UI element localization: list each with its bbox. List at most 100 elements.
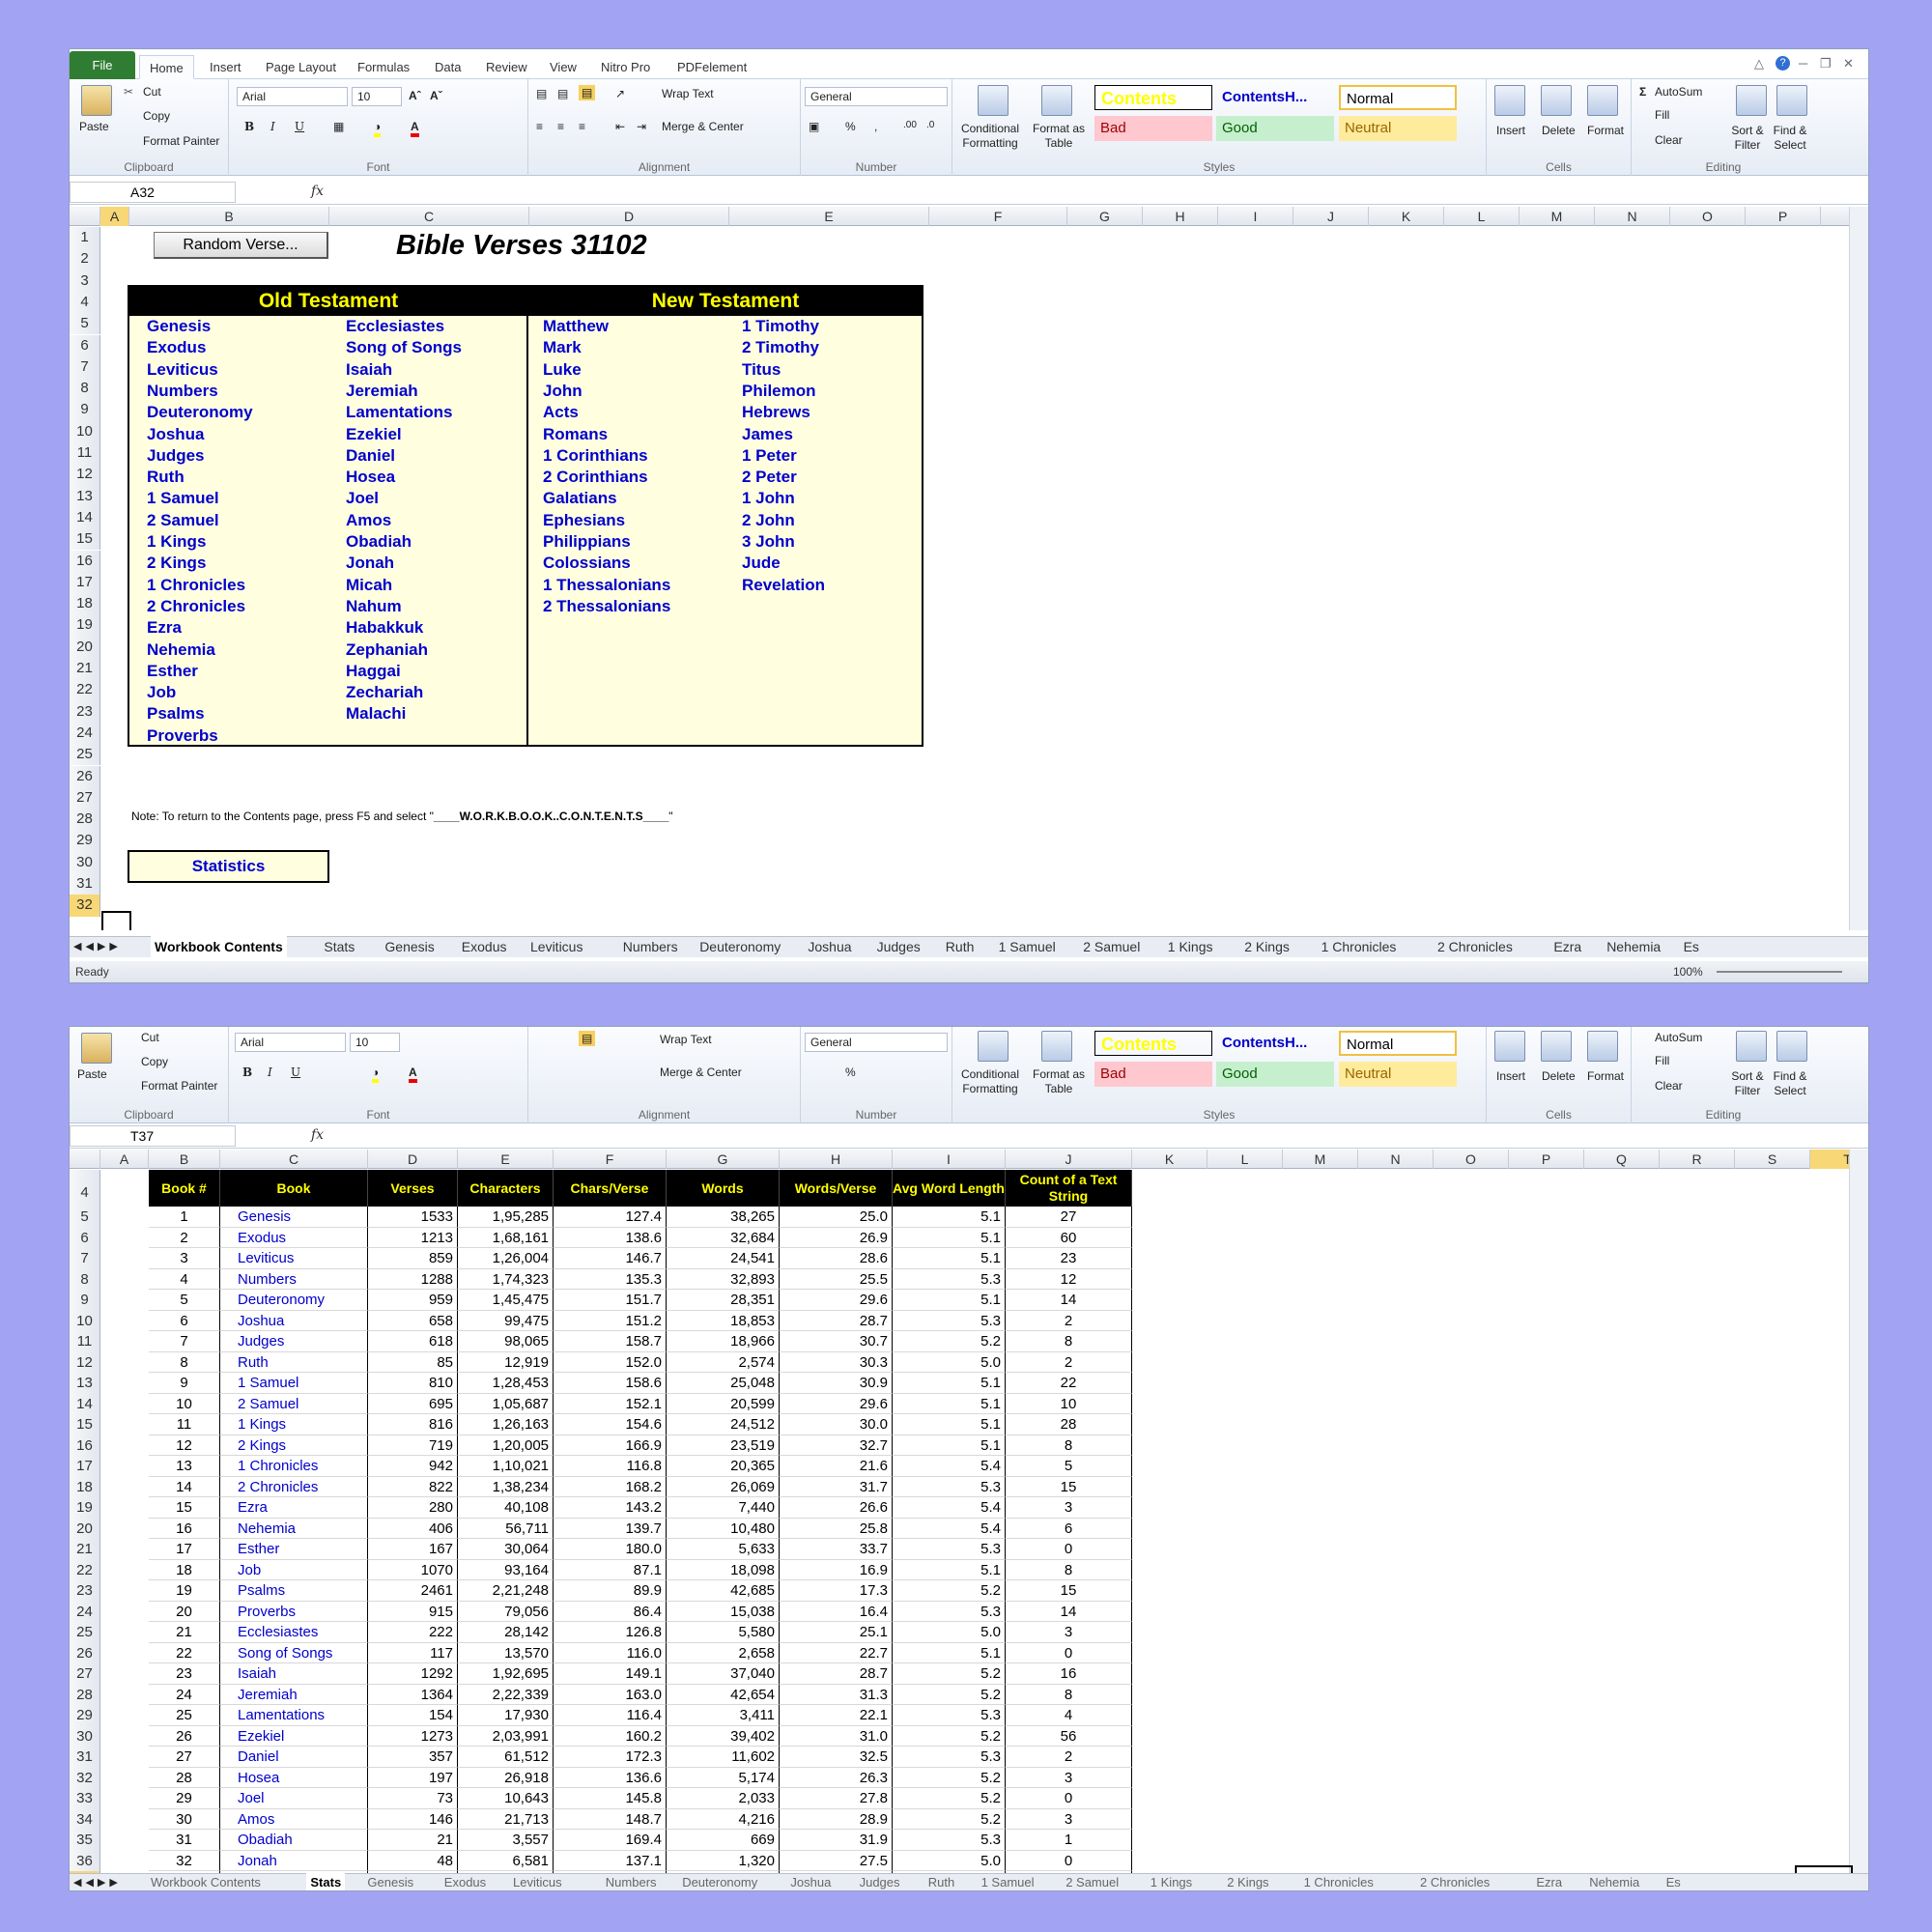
row-header[interactable]: 9 <box>70 399 100 421</box>
number-format-select[interactable]: General <box>805 87 948 106</box>
column-header[interactable]: K <box>1132 1150 1208 1169</box>
book-link[interactable]: Ezra <box>147 618 182 638</box>
row-header[interactable]: 6 <box>70 334 100 356</box>
style-neutral[interactable]: Neutral <box>1339 1062 1457 1087</box>
row-header[interactable]: 26 <box>70 1642 100 1663</box>
row-header[interactable]: 8 <box>70 378 100 400</box>
book-link[interactable]: Lamentations <box>346 403 453 422</box>
format-button[interactable]: Format <box>1587 124 1624 137</box>
sheet-tab[interactable]: Genesis <box>367 1872 413 1890</box>
column-header[interactable]: J <box>1006 1150 1132 1169</box>
table-column-header[interactable]: Chars/Verse <box>554 1170 667 1207</box>
italic-button[interactable]: I <box>268 1065 272 1079</box>
insert-button[interactable]: Insert <box>1496 1069 1525 1083</box>
orientation-icon[interactable]: ↗ <box>615 87 625 100</box>
table-cell[interactable]: Proverbs <box>220 1601 368 1622</box>
sheet-tab[interactable]: Joshua <box>808 936 851 957</box>
bold-button[interactable]: B <box>242 1065 252 1079</box>
table-cell[interactable]: 2 Kings <box>220 1435 368 1456</box>
row-header[interactable]: 27 <box>70 1663 100 1685</box>
row-header[interactable]: 24 <box>70 722 100 745</box>
sheet-tab[interactable]: 1 Kings <box>1168 936 1213 957</box>
book-link[interactable]: Acts <box>543 403 579 422</box>
font-name-select[interactable]: Arial <box>235 1033 346 1052</box>
row-header[interactable]: 31 <box>70 873 100 895</box>
select-all-corner[interactable] <box>70 1150 100 1169</box>
sheet-tab[interactable]: Workbook Contents <box>151 936 287 957</box>
book-link[interactable]: Zephaniah <box>346 640 428 660</box>
sheet-tab[interactable]: Leviticus <box>513 1872 562 1890</box>
style-good[interactable]: Good <box>1216 116 1334 141</box>
insert-button[interactable]: Insert <box>1496 124 1525 137</box>
sheet-tab[interactable]: 1 Samuel <box>999 936 1056 957</box>
fill-button[interactable]: Fill <box>1655 108 1669 122</box>
currency-icon[interactable]: ▣ <box>809 120 819 133</box>
sheet-tab[interactable]: Nehemia <box>1589 1872 1639 1890</box>
row-header[interactable]: 34 <box>70 1808 100 1830</box>
sheet-tab[interactable]: Ezra <box>1553 936 1581 957</box>
sheet-tab[interactable]: Exodus <box>462 936 507 957</box>
column-header[interactable]: N <box>1358 1150 1434 1169</box>
table-cell[interactable]: Obadiah <box>220 1830 368 1851</box>
column-header[interactable]: H <box>1143 207 1218 226</box>
row-header[interactable]: 35 <box>70 1830 100 1851</box>
row-header[interactable]: 1 <box>70 227 100 249</box>
book-link[interactable]: Proverbs <box>147 726 218 746</box>
table-cell[interactable]: 2 Chronicles <box>220 1476 368 1497</box>
table-cell[interactable]: Daniel <box>220 1747 368 1768</box>
sheet-tab[interactable]: 1 Chronicles <box>1321 936 1397 957</box>
column-header[interactable]: O <box>1670 207 1746 226</box>
row-header[interactable]: 22 <box>70 1559 100 1580</box>
book-link[interactable]: Ephesians <box>543 511 625 530</box>
paste-button[interactable]: Paste <box>79 120 109 133</box>
tab-insert[interactable]: Insert <box>210 55 242 79</box>
column-header[interactable]: D <box>368 1150 458 1169</box>
column-header[interactable]: F <box>554 1150 667 1169</box>
sheet-tab[interactable]: Deuteronomy <box>699 936 781 957</box>
sheet-tab[interactable]: Judges <box>877 936 921 957</box>
merge-center-button[interactable]: Merge & Center <box>660 1065 742 1079</box>
row-header[interactable]: 7 <box>70 1248 100 1269</box>
row-header[interactable]: 17 <box>70 571 100 594</box>
row-header[interactable]: 9 <box>70 1290 100 1311</box>
align-left-icon[interactable]: ≡ <box>536 120 543 133</box>
book-link[interactable]: James <box>742 425 793 444</box>
row-header[interactable]: 11 <box>70 1331 100 1352</box>
table-cell[interactable]: Lamentations <box>220 1705 368 1726</box>
table-cell[interactable]: Jonah <box>220 1850 368 1871</box>
increase-decimal-icon[interactable]: .00 <box>903 120 917 130</box>
table-column-header[interactable]: Avg Word Length <box>893 1170 1006 1207</box>
book-link[interactable]: 2 Kings <box>147 554 206 573</box>
row-header[interactable]: 32 <box>70 895 100 917</box>
book-link[interactable]: Titus <box>742 360 781 380</box>
table-cell[interactable]: Judges <box>220 1331 368 1352</box>
table-column-header[interactable]: Words <box>667 1170 780 1207</box>
book-link[interactable]: Malachi <box>346 704 406 724</box>
format-painter-button[interactable]: Format Painter <box>141 1079 217 1093</box>
table-cell[interactable]: Genesis <box>220 1207 368 1228</box>
book-link[interactable]: Ezekiel <box>346 425 402 444</box>
book-link[interactable]: Philippians <box>543 532 631 552</box>
column-header[interactable]: A <box>100 207 129 226</box>
row-header[interactable]: 13 <box>70 485 100 507</box>
font-name-select[interactable]: Arial <box>237 87 348 106</box>
sort-filter-button[interactable]: Sort & Filter <box>1726 1069 1769 1098</box>
tab-nitro-pro[interactable]: Nitro Pro <box>601 55 650 79</box>
sheet-tab[interactable]: Genesis <box>384 936 434 957</box>
sheet-tab[interactable]: Es <box>1684 936 1699 957</box>
percent-icon[interactable]: % <box>845 120 856 133</box>
comma-icon[interactable]: , <box>874 120 877 133</box>
column-header[interactable]: L <box>1444 207 1520 226</box>
sheet-tab[interactable]: 1 Kings <box>1151 1872 1192 1890</box>
table-cell[interactable]: Amos <box>220 1808 368 1830</box>
autosum-button[interactable]: AutoSum <box>1655 1031 1702 1044</box>
row-header[interactable]: 29 <box>70 830 100 852</box>
tab-home[interactable]: Home <box>139 55 194 79</box>
row-header[interactable]: 11 <box>70 442 100 465</box>
book-link[interactable]: Amos <box>346 511 391 530</box>
sheet-tab[interactable]: 2 Kings <box>1244 936 1290 957</box>
find-select-button[interactable]: Find & Select <box>1769 1069 1811 1098</box>
book-link[interactable]: 1 Thessalonians <box>543 576 670 595</box>
book-link[interactable]: Ecclesiastes <box>346 317 444 336</box>
sheet-tab[interactable]: 2 Chronicles <box>1420 1872 1490 1890</box>
